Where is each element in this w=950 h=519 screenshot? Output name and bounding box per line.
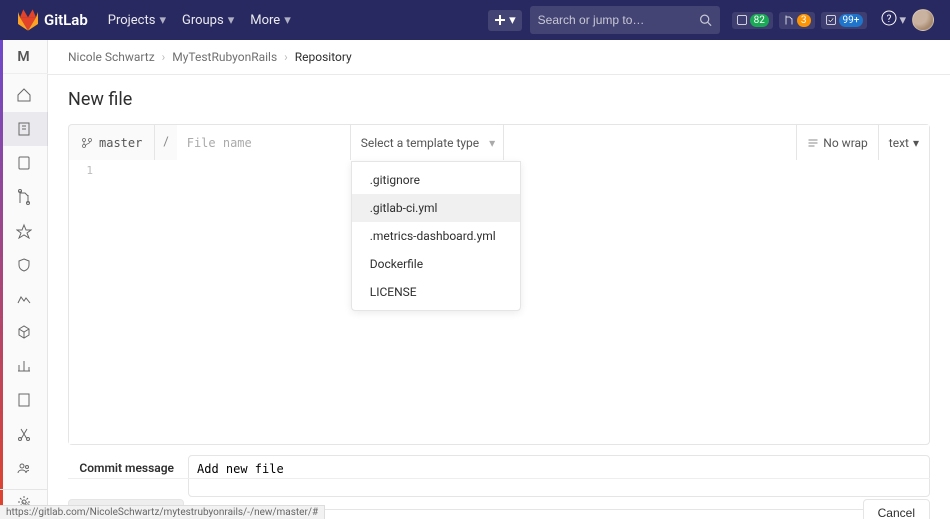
nav-groups[interactable]: Groups▾	[174, 0, 242, 40]
left-sidebar: M	[0, 40, 48, 519]
issues-icon	[736, 14, 748, 26]
top-navbar: GitLab Projects▾ Groups▾ More▾ ▾ 82 3 99…	[0, 0, 950, 40]
todo-icon	[825, 14, 837, 26]
chevron-down-icon: ▾	[228, 13, 235, 28]
syntax-dropdown[interactable]: text ▾	[878, 125, 929, 160]
breadcrumb-current: Repository	[295, 50, 352, 64]
sidebar-wiki-icon[interactable]	[0, 383, 48, 417]
sidebar-operations-icon[interactable]	[0, 282, 48, 316]
chevron-down-icon: ▾	[509, 13, 516, 28]
sidebar-security-icon[interactable]	[0, 248, 48, 282]
branch-icon	[81, 137, 93, 149]
status-bar-url: https://gitlab.com/NicoleSchwartz/mytest…	[0, 505, 325, 519]
sidebar-issues-icon[interactable]	[0, 146, 48, 180]
file-header-bar: master / Select a template type ▾ .gitig…	[68, 124, 930, 160]
sidebar-analytics-icon[interactable]	[0, 349, 48, 383]
merge-request-icon	[783, 14, 795, 26]
template-option[interactable]: Dockerfile	[352, 250, 520, 278]
svg-text:?: ?	[887, 14, 892, 25]
sidebar-cicd-icon[interactable]	[0, 214, 48, 248]
chevron-down-icon: ▾	[284, 13, 291, 28]
brand-text[interactable]: GitLab	[44, 11, 88, 29]
help-icon[interactable]: ?	[881, 10, 897, 30]
commit-message-label: Commit message	[68, 455, 188, 475]
sidebar-repository-icon[interactable]	[0, 112, 48, 146]
search-icon	[699, 13, 712, 27]
filename-input[interactable]	[177, 125, 351, 160]
template-option[interactable]: .metrics-dashboard.yml	[352, 222, 520, 250]
sidebar-snippets-icon[interactable]	[0, 417, 48, 451]
page-title: New file	[48, 75, 950, 124]
todos-badge[interactable]: 99+	[821, 12, 868, 29]
merge-requests-badge[interactable]: 3	[779, 12, 815, 29]
template-option[interactable]: .gitlab-ci.yml	[352, 194, 520, 222]
nav-projects[interactable]: Projects▾	[100, 0, 174, 40]
template-type-dropdown[interactable]: Select a template type ▾ .gitignore .git…	[351, 125, 504, 160]
breadcrumb-project[interactable]: MyTestRubyonRails	[172, 50, 277, 64]
branch-indicator: master	[69, 125, 155, 160]
sidebar-merge-requests-icon[interactable]	[0, 180, 48, 214]
sidebar-home-icon[interactable]	[0, 78, 48, 112]
chevron-down-icon: ▾	[489, 136, 495, 150]
user-avatar[interactable]	[912, 9, 934, 31]
chevron-down-icon: ▾	[913, 136, 919, 150]
editor-gutter: 1	[69, 160, 99, 444]
breadcrumb-user[interactable]: Nicole Schwartz	[68, 50, 155, 64]
issues-badge[interactable]: 82	[732, 12, 773, 29]
breadcrumb: Nicole Schwartz › MyTestRubyonRails › Re…	[48, 40, 950, 75]
wrap-toggle[interactable]: No wrap	[796, 125, 878, 160]
gitlab-logo-icon[interactable]	[16, 8, 40, 32]
template-dropdown-menu: .gitignore .gitlab-ci.yml .metrics-dashb…	[351, 161, 521, 311]
chevron-down-icon: ▾	[899, 13, 906, 28]
cancel-button[interactable]: Cancel	[863, 499, 930, 519]
search-input[interactable]	[538, 13, 699, 27]
sidebar-project-avatar[interactable]: M	[0, 40, 48, 74]
new-menu-button[interactable]: ▾	[488, 10, 522, 31]
sidebar-members-icon[interactable]	[0, 451, 48, 485]
nav-more[interactable]: More▾	[242, 0, 298, 40]
chevron-down-icon: ▾	[159, 13, 166, 28]
sidebar-packages-icon[interactable]	[0, 315, 48, 349]
wrap-icon	[807, 137, 819, 149]
template-option[interactable]: LICENSE	[352, 278, 520, 306]
plus-icon	[494, 14, 506, 26]
global-search[interactable]	[530, 6, 720, 34]
template-option[interactable]: .gitignore	[352, 166, 520, 194]
